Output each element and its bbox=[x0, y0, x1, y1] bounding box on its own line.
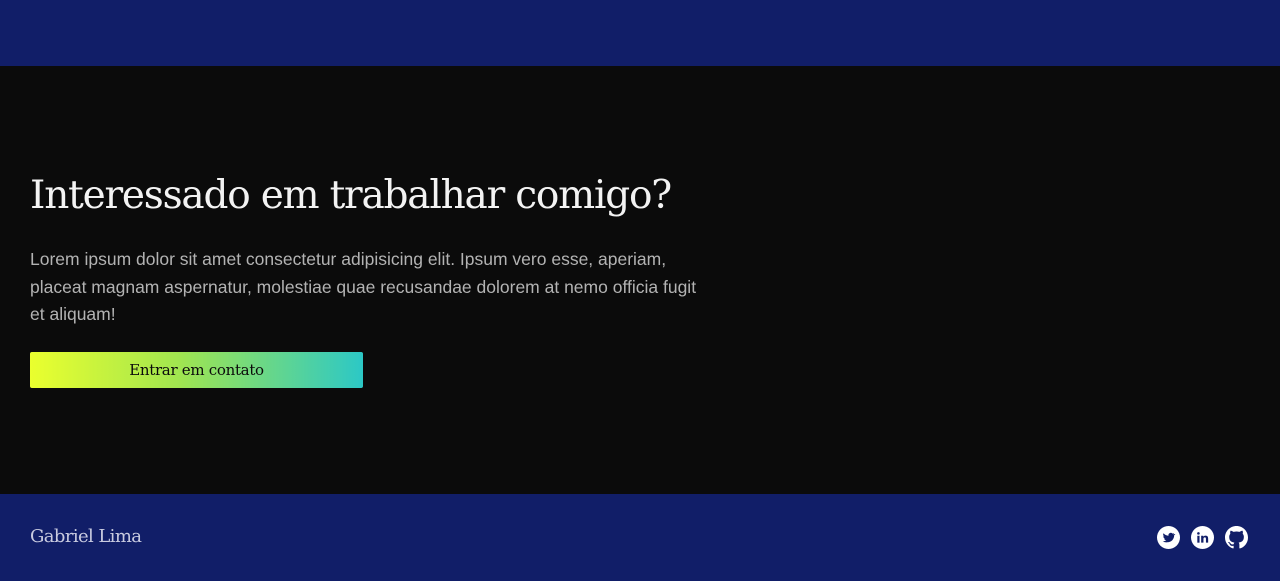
twitter-icon bbox=[1157, 526, 1180, 549]
social-links bbox=[1157, 526, 1248, 549]
github-icon bbox=[1225, 526, 1248, 549]
contact-cta-section: Interessado em trabalhar comigo? Lorem i… bbox=[0, 66, 1280, 494]
footer: Gabriel Lima bbox=[0, 494, 1280, 581]
github-link[interactable] bbox=[1225, 526, 1248, 549]
linkedin-icon bbox=[1191, 526, 1214, 549]
linkedin-link[interactable] bbox=[1191, 526, 1214, 549]
cta-description: Lorem ipsum dolor sit amet consectetur a… bbox=[30, 249, 697, 324]
cta-heading: Interessado em trabalhar comigo? bbox=[30, 173, 672, 218]
twitter-link[interactable] bbox=[1157, 526, 1180, 549]
contact-button[interactable]: Entrar em contato bbox=[30, 352, 363, 388]
footer-author-name: Gabriel Lima bbox=[30, 526, 142, 547]
top-nav-bar bbox=[0, 0, 1280, 66]
